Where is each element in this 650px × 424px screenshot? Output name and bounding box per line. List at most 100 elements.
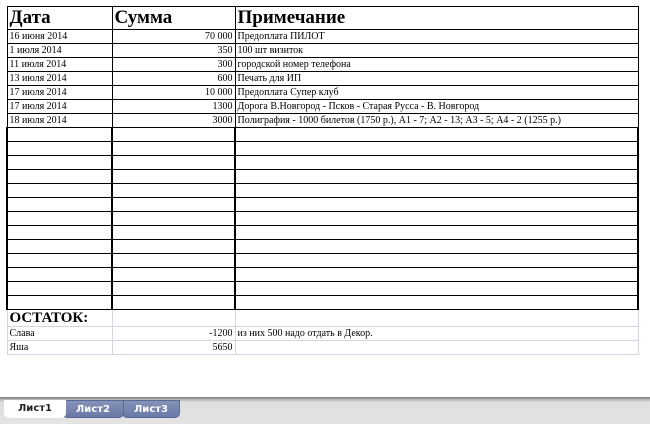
note-cell[interactable]: Предоплата Супер клуб bbox=[234, 85, 639, 100]
cell[interactable] bbox=[111, 253, 236, 268]
empty-row bbox=[6, 183, 639, 198]
name-cell[interactable]: Слава bbox=[6, 326, 113, 341]
cell[interactable] bbox=[234, 267, 639, 282]
date-cell[interactable]: 17 июля 2014 bbox=[6, 85, 113, 100]
cell[interactable] bbox=[6, 211, 113, 226]
cell[interactable] bbox=[111, 155, 236, 170]
cell[interactable] bbox=[6, 197, 113, 212]
sum-cell[interactable]: 70 000 bbox=[111, 29, 236, 44]
cell[interactable] bbox=[234, 211, 639, 226]
cell[interactable] bbox=[6, 127, 113, 142]
balance-title[interactable]: ОСТАТОК: bbox=[6, 309, 113, 327]
tab-sheet1[interactable]: Лист1 bbox=[4, 400, 66, 418]
empty-row bbox=[6, 141, 639, 156]
table-row: 11 июля 2014 300 городской номер телефона bbox=[6, 57, 639, 72]
sum-cell[interactable]: -1200 bbox=[111, 326, 236, 341]
empty-row bbox=[6, 211, 639, 226]
cell[interactable] bbox=[234, 127, 639, 142]
cell[interactable] bbox=[234, 141, 639, 156]
note-cell[interactable]: из них 500 надо отдать в Декор. bbox=[234, 326, 639, 341]
cell[interactable] bbox=[234, 253, 639, 268]
sum-cell[interactable]: 350 bbox=[111, 43, 236, 58]
date-cell[interactable]: 13 июля 2014 bbox=[6, 71, 113, 86]
empty-row bbox=[6, 197, 639, 212]
balance-title-row: ОСТАТОК: bbox=[6, 309, 639, 327]
sum-cell[interactable]: 3000 bbox=[111, 113, 236, 128]
date-cell[interactable]: 11 июля 2014 bbox=[6, 57, 113, 72]
header-date[interactable]: Дата bbox=[6, 6, 113, 30]
name-cell[interactable]: Яша bbox=[6, 340, 113, 355]
empty-row bbox=[6, 169, 639, 184]
empty-row bbox=[6, 127, 639, 142]
cell[interactable] bbox=[111, 127, 236, 142]
table-row: 18 июля 2014 3000 Полиграфия - 1000 билето… bbox=[6, 113, 639, 128]
tab-sheet3[interactable]: Лист3 bbox=[122, 400, 180, 418]
cell[interactable] bbox=[6, 225, 113, 240]
table-row: 13 июля 2014 600 Печать для ИП bbox=[6, 71, 639, 86]
cell[interactable] bbox=[234, 281, 639, 296]
date-cell[interactable]: 17 июля 2014 bbox=[6, 99, 113, 114]
cell[interactable] bbox=[111, 183, 236, 198]
note-cell[interactable]: Дорога В.Новгород - Псков - Старая Русса… bbox=[234, 99, 639, 114]
note-cell[interactable]: Полиграфия - 1000 билетов (1750 р.), А1 … bbox=[234, 113, 639, 128]
cell[interactable] bbox=[111, 225, 236, 240]
table-row: 1 июля 2014 350 100 шт визиток bbox=[6, 43, 639, 58]
cell[interactable] bbox=[6, 253, 113, 268]
empty-row bbox=[6, 295, 639, 310]
cell[interactable] bbox=[111, 295, 236, 310]
balance-row: Яша 5650 bbox=[6, 340, 639, 355]
balance-row: Слава -1200 из них 500 надо отдать в Декор… bbox=[6, 326, 639, 341]
cell[interactable] bbox=[6, 141, 113, 156]
cell[interactable] bbox=[111, 211, 236, 226]
cell[interactable] bbox=[6, 239, 113, 254]
note-cell[interactable]: Печать для ИП bbox=[234, 71, 639, 86]
date-cell[interactable]: 16 июня 2014 bbox=[6, 29, 113, 44]
note-cell[interactable]: городской номер телефона bbox=[234, 57, 639, 72]
cell[interactable] bbox=[111, 141, 236, 156]
cell[interactable] bbox=[234, 295, 639, 310]
table-row: 17 июля 2014 1300 Дорога В.Новгород - Пско… bbox=[6, 99, 639, 114]
sum-cell[interactable]: 10 000 bbox=[111, 85, 236, 100]
cell[interactable] bbox=[111, 169, 236, 184]
date-cell[interactable]: 18 июля 2014 bbox=[6, 113, 113, 128]
cell[interactable] bbox=[111, 239, 236, 254]
note-cell[interactable]: Предоплата ПИЛОТ bbox=[234, 29, 639, 44]
cell[interactable] bbox=[111, 267, 236, 282]
note-cell[interactable]: 100 шт визиток bbox=[234, 43, 639, 58]
sum-cell[interactable]: 1300 bbox=[111, 99, 236, 114]
header-row: Дата Сумма Примечание bbox=[6, 6, 639, 30]
tab-sheet2[interactable]: Лист2 bbox=[62, 400, 124, 418]
cell[interactable] bbox=[234, 169, 639, 184]
cell[interactable] bbox=[234, 239, 639, 254]
cell[interactable] bbox=[111, 281, 236, 296]
cell[interactable] bbox=[234, 183, 639, 198]
table-row: 16 июня 2014 70 000 Предоплата ПИЛОТ bbox=[6, 29, 639, 44]
sum-cell[interactable]: 600 bbox=[111, 71, 236, 86]
spreadsheet-table: Дата Сумма Примечание 16 июня 2014 70 000… bbox=[6, 6, 639, 355]
cell[interactable] bbox=[234, 225, 639, 240]
empty-row bbox=[6, 281, 639, 296]
cell[interactable] bbox=[6, 183, 113, 198]
cell[interactable] bbox=[234, 309, 639, 327]
table-row: 17 июля 2014 10 000 Предоплата Супер клуб bbox=[6, 85, 639, 100]
cell[interactable] bbox=[6, 295, 113, 310]
header-note[interactable]: Примечание bbox=[234, 6, 639, 30]
cell[interactable] bbox=[234, 155, 639, 170]
header-sum[interactable]: Сумма bbox=[111, 6, 236, 30]
cell[interactable] bbox=[6, 281, 113, 296]
empty-row bbox=[6, 239, 639, 254]
empty-row bbox=[6, 267, 639, 282]
sum-cell[interactable]: 5650 bbox=[111, 340, 236, 355]
cell[interactable] bbox=[111, 309, 236, 327]
cell[interactable] bbox=[6, 155, 113, 170]
sum-cell[interactable]: 300 bbox=[111, 57, 236, 72]
cell[interactable] bbox=[6, 169, 113, 184]
cell[interactable] bbox=[111, 197, 236, 212]
date-cell[interactable]: 1 июля 2014 bbox=[6, 43, 113, 58]
cell[interactable] bbox=[234, 197, 639, 212]
empty-row bbox=[6, 253, 639, 268]
sheet-tab-bar: Лист3 Лист2 Лист1 bbox=[0, 397, 650, 424]
empty-row bbox=[6, 155, 639, 170]
note-cell[interactable] bbox=[234, 340, 639, 355]
cell[interactable] bbox=[6, 267, 113, 282]
